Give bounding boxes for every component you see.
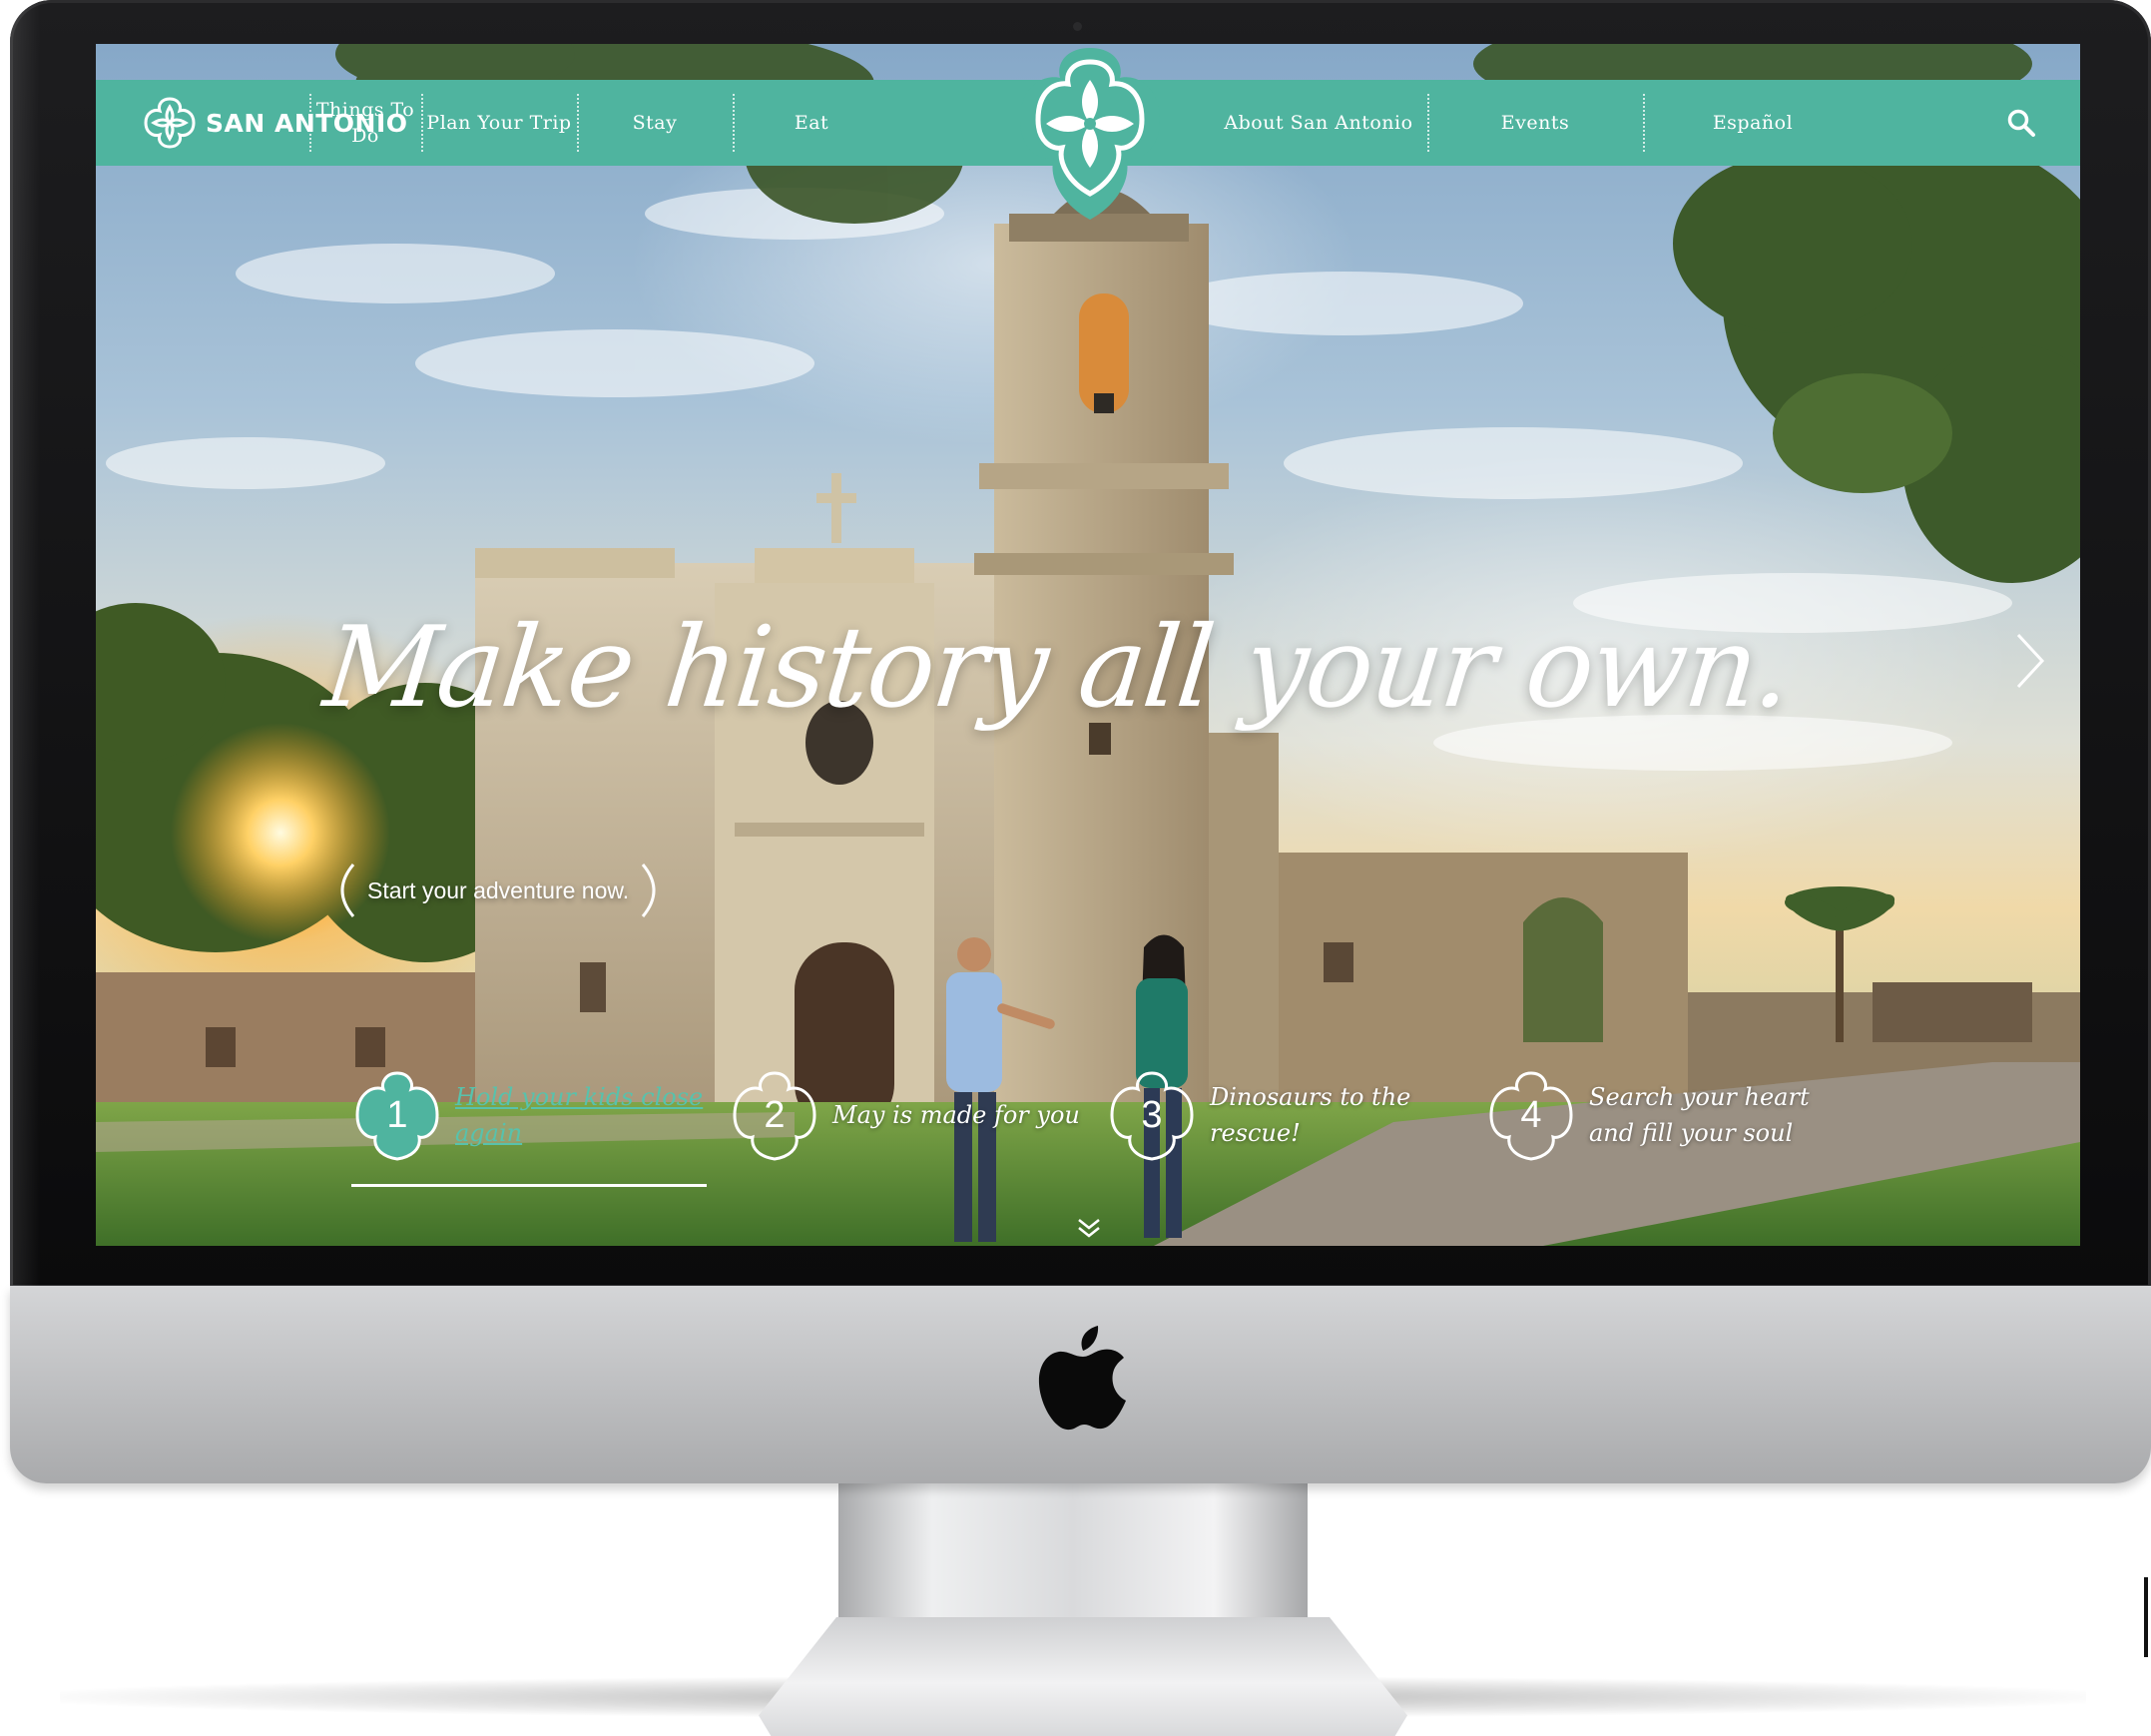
nav-item-events[interactable]: Events [1431, 80, 1639, 166]
nav-item-things-to-do[interactable]: Things To Do [313, 80, 417, 166]
stage: SAN ANTONIO Things To Do Plan Your Trip … [0, 0, 2151, 1736]
bracket-right-icon [641, 864, 656, 917]
chevron-right-icon[interactable] [2012, 631, 2048, 691]
san-antonio-flower-logo-icon [144, 97, 196, 149]
center-flower-emblem-icon[interactable] [1014, 44, 1166, 224]
nav-item-plan-your-trip[interactable]: Plan Your Trip [425, 80, 573, 166]
slide-title: Hold your kids close again [455, 1083, 704, 1147]
start-adventure-cta[interactable]: Start your adventure now. [327, 861, 669, 920]
slide-number: 4 [1520, 1093, 1542, 1136]
slide-number: 1 [386, 1093, 408, 1136]
nav-separator [577, 94, 579, 152]
slide-badge: 3 [1104, 1067, 1200, 1163]
nav-item-eat[interactable]: Eat [737, 80, 886, 166]
slide-badge: 2 [727, 1067, 822, 1163]
slide-number: 3 [1141, 1093, 1163, 1136]
slide-title: May is made for you [832, 1101, 1080, 1129]
imac-stand-foot [759, 1617, 1407, 1736]
hero-headline: Make history all your own. [318, 603, 1797, 733]
slide-badge: 4 [1483, 1067, 1579, 1163]
camera-icon [1073, 22, 1082, 31]
slide-title: Dinosaurs to the rescue! [1210, 1083, 1411, 1147]
slide-badge: 1 [349, 1067, 445, 1163]
slide-progress-bar [351, 1184, 707, 1187]
bracket-left-icon [340, 864, 355, 917]
imac-bezel-gloss [10, 0, 40, 1288]
slide-indicator-1[interactable]: 1 Hold your kids close again [349, 1067, 705, 1163]
nav-separator [1643, 94, 1645, 152]
nav-separator [1427, 94, 1429, 152]
nav-separator [309, 94, 311, 152]
nav-item-espanol[interactable]: Español [1647, 80, 1859, 166]
slide-indicator-3[interactable]: 3 Dinosaurs to the rescue! [1104, 1067, 1459, 1163]
nav-separator [733, 94, 735, 152]
website-screen: SAN ANTONIO Things To Do Plan Your Trip … [96, 44, 2080, 1246]
nav-separator [421, 94, 423, 152]
edge-mark [2144, 1577, 2148, 1657]
nav-item-stay[interactable]: Stay [581, 80, 729, 166]
cta-label: Start your adventure now. [367, 876, 630, 903]
slide-number: 2 [764, 1093, 786, 1136]
slide-indicator-4[interactable]: 4 Search your heart and fill your soul [1483, 1067, 1839, 1163]
apple-logo-icon [1038, 1326, 1126, 1431]
search-icon[interactable] [2006, 108, 2036, 138]
slide-title: Search your heart and fill your soul [1589, 1083, 1810, 1147]
nav-item-about-san-antonio[interactable]: About San Antonio [1214, 80, 1423, 166]
double-chevron-down-icon[interactable] [1076, 1217, 1102, 1239]
slide-indicator-2[interactable]: 2 May is made for you [727, 1067, 1082, 1163]
